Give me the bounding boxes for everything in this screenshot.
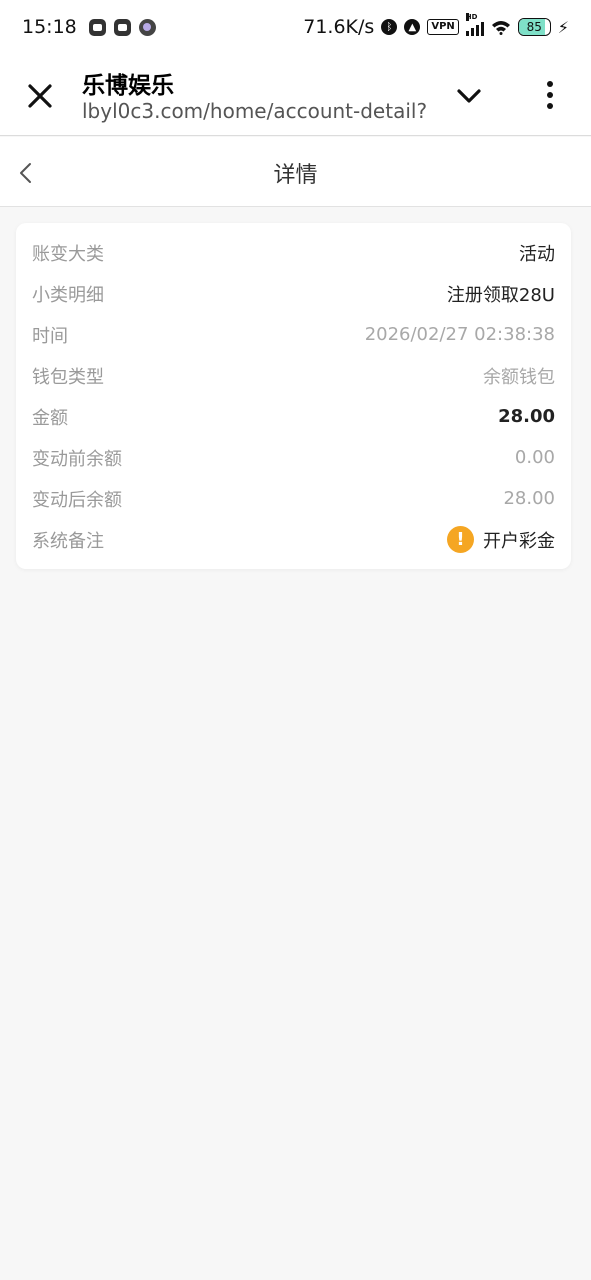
network-speed: 71.6K/s — [303, 16, 375, 38]
detail-value: 28.00 — [498, 406, 555, 427]
status-bar: 15:18 71.6K/s ᛒ ▲ VPN HD 85 ⚡︎ — [0, 0, 591, 54]
close-icon[interactable] — [26, 82, 54, 110]
charging-bolt-icon: ⚡︎ — [557, 17, 569, 37]
status-left: 15:18 — [22, 16, 156, 38]
notification-camera-icon — [138, 18, 156, 36]
detail-row-time: 时间 2026/02/27 02:38:38 — [32, 314, 555, 355]
detail-label: 钱包类型 — [32, 366, 104, 388]
detail-value: 28.00 — [503, 488, 555, 509]
page-header: 详情 — [0, 137, 591, 207]
detail-value: 余额钱包 — [483, 366, 555, 388]
detail-value: 0.00 — [514, 447, 555, 468]
detail-value: 活动 — [519, 243, 555, 265]
status-time: 15:18 — [22, 16, 77, 38]
detail-value: 开户彩金 — [483, 530, 555, 552]
detail-value: 注册领取28U — [446, 284, 555, 306]
cell-signal-icon: HD — [465, 12, 484, 36]
battery-icon: 85 — [517, 18, 551, 36]
detail-row-category: 账变大类 活动 — [32, 232, 555, 273]
wifi-icon — [491, 21, 510, 35]
warning-icon: ! — [447, 526, 474, 553]
more-vertical-icon[interactable] — [540, 80, 560, 110]
notification-chip-icon — [113, 18, 131, 36]
detail-label: 金额 — [32, 407, 68, 429]
detail-label: 时间 — [32, 325, 68, 347]
detail-row-wallet-type: 钱包类型 余额钱包 — [32, 355, 555, 396]
detail-label: 变动后余额 — [32, 489, 122, 511]
vpn-badge: VPN — [427, 19, 459, 35]
chevron-down-icon[interactable] — [455, 84, 483, 108]
detail-value: 2026/02/27 02:38:38 — [364, 324, 555, 345]
browser-toolbar: 乐博娱乐 lbyl0c3.com/home/account-detail?id= — [0, 54, 591, 136]
detail-label: 账变大类 — [32, 243, 104, 265]
detail-label: 变动前余额 — [32, 448, 122, 470]
detail-row-balance-before: 变动前余额 0.00 — [32, 437, 555, 478]
site-url[interactable]: lbyl0c3.com/home/account-detail?id= — [82, 99, 427, 123]
detail-card: 账变大类 活动 小类明细 注册领取28U 时间 2026/02/27 02:38… — [16, 223, 571, 569]
detail-row-subcategory: 小类明细 注册领取28U — [32, 273, 555, 314]
detail-row-balance-after: 变动后余额 28.00 — [32, 478, 555, 519]
notification-app-icon — [88, 18, 106, 36]
detail-label: 小类明细 — [32, 284, 104, 306]
remark-group: ! 开户彩金 — [447, 526, 555, 553]
detail-label: 系统备注 — [32, 530, 104, 552]
detail-row-system-remark: 系统备注 ! 开户彩金 — [32, 519, 555, 560]
hd-label: HD — [465, 12, 478, 21]
status-right: 71.6K/s ᛒ ▲ VPN HD 85 ⚡︎ — [303, 12, 569, 38]
alert-app-icon: ▲ — [404, 19, 421, 35]
site-title: 乐博娱乐 — [82, 73, 174, 99]
detail-row-amount: 金额 28.00 — [32, 396, 555, 437]
page-title: 详情 — [273, 163, 318, 188]
bluetooth-icon: ᛒ — [381, 19, 398, 35]
battery-percent: 85 — [526, 20, 542, 34]
